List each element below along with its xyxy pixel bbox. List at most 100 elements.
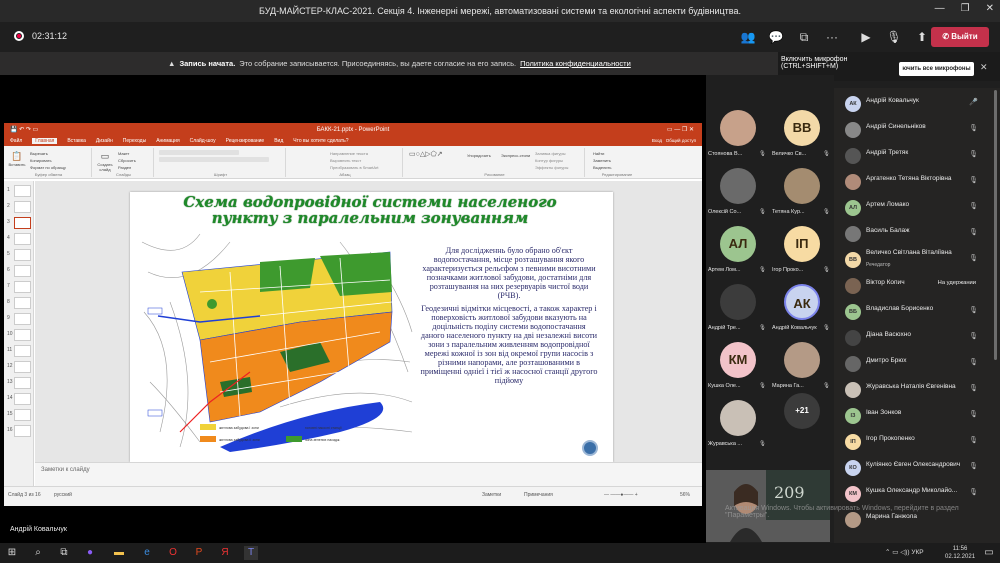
- ppt-tab[interactable]: Вставка: [67, 138, 86, 144]
- panel-close-icon[interactable]: ✕: [980, 62, 988, 73]
- format-painter-button[interactable]: Формат по образцу: [30, 164, 66, 171]
- participant-row[interactable]: ВВ Величко Світлана Віталіївна Речедатор 🎙: [834, 247, 994, 273]
- slide-thumbnail[interactable]: 11: [7, 345, 31, 357]
- font-format-buttons[interactable]: [159, 157, 269, 162]
- notes-pane[interactable]: Заметки к слайду: [35, 462, 702, 486]
- ppt-tab[interactable]: Слайд-шоу: [190, 138, 216, 144]
- mic-muted-icon[interactable]: 🎙: [969, 176, 978, 184]
- paste-button[interactable]: 📋 Вставить: [8, 151, 26, 167]
- participant-row[interactable]: Аргатенко Тетяна Вікторівна 🎙: [834, 169, 994, 195]
- slide-thumbnail[interactable]: 14: [7, 393, 31, 405]
- ppt-tab[interactable]: Анимация: [156, 138, 179, 144]
- section-button[interactable]: Раздел: [118, 164, 136, 171]
- slide-thumbnail[interactable]: 2: [7, 201, 31, 213]
- participant-row[interactable]: Андрій Синельніков 🎙: [834, 117, 994, 143]
- start-icon[interactable]: ⊞: [5, 546, 19, 560]
- find-button[interactable]: Найти: [593, 150, 611, 157]
- slide-thumbnail[interactable]: 3: [7, 217, 31, 229]
- slide-thumbnail[interactable]: 6: [7, 265, 31, 277]
- ppt-qat-icons[interactable]: 💾 ↶ ↷ ▭: [10, 126, 38, 133]
- camera-icon[interactable]: ▶: [852, 28, 880, 46]
- assistant-icon[interactable]: ●: [83, 546, 97, 560]
- ppt-tab[interactable]: Переходы: [123, 138, 146, 144]
- slide-thumbnail[interactable]: 1: [7, 185, 31, 197]
- mic-icon[interactable]: 🎤: [969, 98, 978, 106]
- participant-row[interactable]: АЛ Артем Ломако 🎙: [834, 195, 994, 221]
- slide-thumbnail[interactable]: 8: [7, 297, 31, 309]
- task-view-icon[interactable]: ⧉: [57, 546, 71, 560]
- participant-row[interactable]: Василь Балаж 🎙: [834, 221, 994, 247]
- layout-button[interactable]: Макет: [118, 150, 136, 157]
- ppt-tab[interactable]: Файл: [10, 138, 22, 144]
- mic-muted-icon[interactable]: 🎙: [969, 332, 978, 340]
- video-tile[interactable]: Марина Га... 🎙: [770, 337, 834, 394]
- participant-row[interactable]: Андрій Третяк 🎙: [834, 143, 994, 169]
- participant-row[interactable]: Журавська Наталія Євгенівна 🎙: [834, 377, 994, 403]
- mic-muted-icon[interactable]: 🎙: [880, 28, 908, 46]
- privacy-link[interactable]: Политика конфиденциальности: [520, 59, 631, 68]
- edge-icon[interactable]: e: [140, 546, 154, 560]
- teams-icon[interactable]: T: [244, 546, 258, 560]
- share-area[interactable]: Вход Общий доступ: [652, 138, 696, 143]
- copy-button[interactable]: Копировать: [30, 157, 66, 164]
- mic-muted-icon[interactable]: 🎙: [969, 488, 978, 496]
- video-tile[interactable]: Олексій Со... 🎙: [706, 163, 770, 220]
- shape-outline-button[interactable]: Контур фигуры: [535, 157, 568, 164]
- comments-toggle[interactable]: Примечания: [524, 492, 553, 498]
- ppt-tab[interactable]: Что вы хотите сделать?: [293, 138, 348, 144]
- notifications-icon[interactable]: ▭: [982, 546, 996, 560]
- minimize-icon[interactable]: —: [935, 3, 945, 14]
- participants-scrollbar[interactable]: [994, 90, 997, 360]
- unmute-all-button[interactable]: ючить все микрофоны: [899, 62, 974, 76]
- slide-thumbnail[interactable]: 12: [7, 361, 31, 373]
- file-explorer-icon[interactable]: ▬: [112, 546, 126, 560]
- new-slide-button[interactable]: ▭ Создать слайд: [96, 151, 114, 172]
- participant-row[interactable]: Діана Васюхно 🎙: [834, 325, 994, 351]
- reset-button[interactable]: Сбросить: [118, 157, 136, 164]
- replace-button[interactable]: Заменить: [593, 157, 611, 164]
- slide-thumbnail[interactable]: 5: [7, 249, 31, 261]
- participant-row[interactable]: ІП Ігор Прокопенко 🎙: [834, 429, 994, 455]
- quick-styles-button[interactable]: Экспресс-стили: [501, 153, 530, 158]
- ppt-tab[interactable]: Главная: [32, 138, 58, 144]
- shapes-gallery[interactable]: ▭○△▷⬠↗: [409, 150, 443, 158]
- video-tile[interactable]: Журавська ... 🎙: [706, 395, 770, 452]
- video-tile[interactable]: Тетяна Кур... 🎙: [770, 163, 834, 220]
- video-tile[interactable]: АК Андрій Ковальчук 🎙: [770, 279, 834, 336]
- shape-fill-button[interactable]: Заливка фигуры: [535, 150, 568, 157]
- participant-row[interactable]: АК Андрій Ковальчук 🎤: [834, 91, 994, 117]
- shape-effects-button[interactable]: Эффекты фигуры: [535, 164, 568, 171]
- mic-muted-icon[interactable]: 🎙: [969, 228, 978, 236]
- font-selector[interactable]: [159, 150, 239, 155]
- participant-row[interactable]: КМ Кушка Олександр Миколайо... 🎙: [834, 481, 994, 507]
- close-icon[interactable]: ✕: [986, 3, 994, 14]
- mic-muted-icon[interactable]: 🎙: [969, 124, 978, 132]
- participant-row[interactable]: Дмитро Брюх 🎙: [834, 351, 994, 377]
- mic-muted-icon[interactable]: 🎙: [969, 202, 978, 210]
- mic-muted-icon[interactable]: 🎙: [969, 462, 978, 470]
- mic-muted-icon[interactable]: 🎙: [969, 410, 978, 418]
- mic-muted-icon[interactable]: 🎙: [969, 306, 978, 314]
- system-tray[interactable]: ⌃ ▭ ◁)) УКР: [885, 548, 924, 556]
- ppt-window-controls[interactable]: ▭ — ❐ ✕: [667, 126, 694, 133]
- slide-thumbnail[interactable]: 15: [7, 409, 31, 421]
- video-tile[interactable]: Андрій Тре... 🎙: [706, 279, 770, 336]
- select-button[interactable]: Выделить: [593, 164, 611, 171]
- leave-button[interactable]: ✆ Выйти: [931, 27, 989, 47]
- ppt-tab[interactable]: Дизайн: [96, 138, 113, 144]
- arrange-button[interactable]: Упорядочить: [467, 153, 491, 158]
- participant-row[interactable]: ВБ Владислав Борисенко 🎙: [834, 299, 994, 325]
- yandex-icon[interactable]: Я: [218, 546, 232, 560]
- video-tile[interactable]: ІП Ігор Проко... 🎙: [770, 221, 834, 278]
- maximize-icon[interactable]: ❐: [961, 3, 970, 14]
- slide-thumbnail[interactable]: 9: [7, 313, 31, 325]
- align-text-button[interactable]: Выровнять текст: [330, 157, 379, 164]
- video-tile[interactable]: Стоянова В... 🎙: [706, 105, 770, 162]
- mic-muted-icon[interactable]: 🎙: [969, 254, 978, 262]
- slide-thumbnail[interactable]: 7: [7, 281, 31, 293]
- rooms-icon[interactable]: ⧉: [790, 28, 818, 46]
- ppt-tab[interactable]: Вид: [274, 138, 283, 144]
- mic-muted-icon[interactable]: 🎙: [969, 436, 978, 444]
- slide-thumbnail[interactable]: 10: [7, 329, 31, 341]
- smartart-button[interactable]: Преобразовать в SmartArt: [330, 164, 379, 171]
